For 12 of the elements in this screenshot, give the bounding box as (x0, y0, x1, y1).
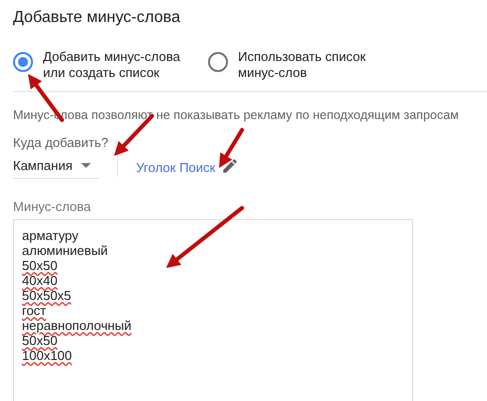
arrow (219, 128, 244, 168)
radio-label: Использовать список минус-слов (238, 49, 367, 81)
radio-label: Добавить минус-слова или создать список (43, 49, 182, 81)
caret-icon (80, 163, 90, 168)
keywords-label: Минус-слова (13, 199, 91, 215)
pencil-icon[interactable] (221, 157, 240, 175)
level-dropdown[interactable]: Кампания (13, 153, 99, 179)
campaign-link[interactable]: Уголок Поиск (136, 158, 216, 178)
target-label: Куда добавить? (13, 135, 108, 151)
radio-button[interactable] (208, 52, 228, 72)
section-title: Добавьте минус-слова (13, 8, 180, 28)
radio-button[interactable] (13, 52, 33, 72)
